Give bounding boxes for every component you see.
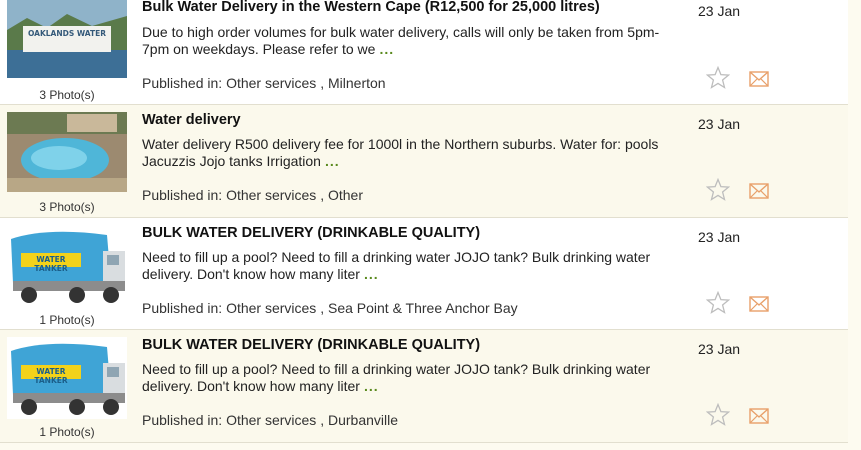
- photo-count: 1 Photo(s): [39, 425, 95, 439]
- photo-count: 3 Photo(s): [39, 88, 95, 102]
- published-in: Published in: Other services , Milnerton: [142, 75, 386, 91]
- listing-row: OAKLANDS WATER 3 Photo(s) Bulk Water Del…: [0, 0, 848, 105]
- listing-title[interactable]: Water delivery: [142, 112, 241, 128]
- thumbnail-caption: OAKLANDS WATER: [27, 29, 107, 38]
- location-link[interactable]: Other: [328, 187, 363, 203]
- separator: ,: [316, 300, 328, 316]
- category-link[interactable]: Other services: [226, 75, 316, 91]
- listing-description: Water delivery R500 delivery fee for 100…: [142, 136, 677, 170]
- read-more-link[interactable]: ...: [364, 378, 379, 394]
- listing-title[interactable]: BULK WATER DELIVERY (DRINKABLE QUALITY): [142, 225, 480, 241]
- listing-row: WATER TANKER 1 Photo(s) BULK WATER DELIV…: [0, 330, 848, 443]
- lake-photo: [7, 0, 127, 78]
- listing-date: 23 Jan: [698, 3, 741, 19]
- description-text: Need to fill up a pool? Need to fill a d…: [142, 249, 651, 282]
- category-link[interactable]: Other services: [226, 187, 316, 203]
- read-more-link[interactable]: ...: [364, 266, 379, 282]
- listing-title[interactable]: Bulk Water Delivery in the Western Cape …: [142, 0, 600, 15]
- listing-thumbnail[interactable]: WATER TANKER: [7, 225, 127, 307]
- envelope-icon[interactable]: [749, 408, 769, 424]
- listing-thumbnail[interactable]: [7, 112, 127, 192]
- envelope-icon[interactable]: [749, 296, 769, 312]
- listing-thumbnail[interactable]: OAKLANDS WATER: [7, 0, 127, 78]
- envelope-icon[interactable]: [749, 183, 769, 199]
- listing-list: OAKLANDS WATER 3 Photo(s) Bulk Water Del…: [0, 0, 848, 443]
- listing-date: 23 Jan: [698, 116, 741, 132]
- thumbnail-caption: WATER TANKER: [34, 367, 68, 385]
- star-outline-icon[interactable]: [706, 291, 730, 315]
- listing-description: Due to high order volumes for bulk water…: [142, 24, 677, 58]
- thumbnail-caption: WATER TANKER: [34, 255, 68, 273]
- location-link[interactable]: Milnerton: [328, 75, 386, 91]
- listing-description: Need to fill up a pool? Need to fill a d…: [142, 361, 677, 395]
- photo-count: 3 Photo(s): [39, 200, 95, 214]
- listing-date: 23 Jan: [698, 229, 741, 245]
- listing-description: Need to fill up a pool? Need to fill a d…: [142, 249, 677, 283]
- star-outline-icon[interactable]: [706, 178, 730, 202]
- separator: ,: [316, 75, 328, 91]
- description-text: Need to fill up a pool? Need to fill a d…: [142, 361, 651, 394]
- read-more-link[interactable]: ...: [379, 41, 394, 57]
- published-label: Published in:: [142, 300, 227, 316]
- published-label: Published in:: [142, 412, 227, 428]
- listing-date: 23 Jan: [698, 341, 741, 357]
- published-in: Published in: Other services , Sea Point…: [142, 300, 518, 316]
- star-outline-icon[interactable]: [706, 403, 730, 427]
- star-outline-icon[interactable]: [706, 66, 730, 90]
- published-in: Published in: Other services , Other: [142, 187, 363, 203]
- separator: ,: [316, 187, 328, 203]
- published-label: Published in:: [142, 75, 227, 91]
- description-text: Due to high order volumes for bulk water…: [142, 24, 660, 57]
- photo-count: 1 Photo(s): [39, 313, 95, 327]
- category-link[interactable]: Other services: [226, 412, 316, 428]
- separator: ,: [316, 412, 328, 428]
- listing-row: 3 Photo(s) Water delivery Water delivery…: [0, 105, 848, 218]
- listing-row: WATER TANKER 1 Photo(s) BULK WATER DELIV…: [0, 218, 848, 330]
- location-link[interactable]: Durbanville: [328, 412, 398, 428]
- description-text: Water delivery R500 delivery fee for 100…: [142, 136, 659, 169]
- read-more-link[interactable]: ...: [325, 153, 340, 169]
- listing-title[interactable]: BULK WATER DELIVERY (DRINKABLE QUALITY): [142, 337, 480, 353]
- published-label: Published in:: [142, 187, 227, 203]
- envelope-icon[interactable]: [749, 71, 769, 87]
- location-link[interactable]: Sea Point & Three Anchor Bay: [328, 300, 518, 316]
- listing-thumbnail[interactable]: WATER TANKER: [7, 337, 127, 419]
- published-in: Published in: Other services , Durbanvil…: [142, 412, 398, 428]
- category-link[interactable]: Other services: [226, 300, 316, 316]
- pool-photo: [7, 112, 127, 192]
